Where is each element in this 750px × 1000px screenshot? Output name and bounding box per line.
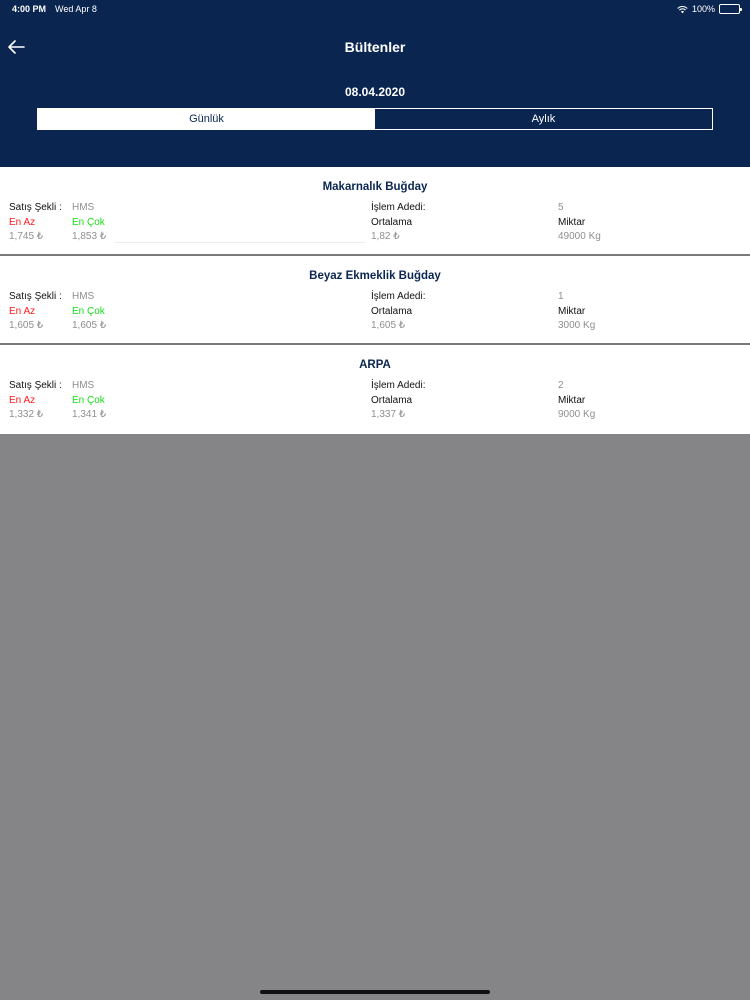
- product-title: Beyaz Ekmeklik Buğday: [309, 270, 441, 282]
- bulletin-list: Makarnalık Buğday Satış Şekli : HMS İşle…: [0, 167, 750, 434]
- product-title: ARPA: [359, 359, 391, 371]
- min-label: En Az: [9, 395, 36, 406]
- trade-count-label: İşlem Adedi:: [371, 380, 426, 391]
- amount-label: Miktar: [558, 306, 586, 317]
- bulletin-date: 08.04.2020: [344, 85, 406, 99]
- product-title: Makarnalık Buğday: [322, 181, 428, 193]
- sale-type-value: HMS: [72, 380, 95, 391]
- average-label: Ortalama: [371, 395, 413, 406]
- sale-type-label: Satış Şekli :: [9, 291, 62, 302]
- sale-type-label: Satış Şekli :: [9, 380, 62, 391]
- amount-label: Miktar: [558, 395, 586, 406]
- amount-value: 49000 Kg: [558, 231, 601, 242]
- average-value: 1,337 ₺: [371, 409, 406, 420]
- min-label: En Az: [9, 217, 36, 228]
- trade-count-value: 5: [558, 202, 564, 213]
- trade-count-value: 1: [558, 291, 564, 302]
- max-value: 1,341 ₺: [72, 409, 107, 420]
- status-date: Wed Apr 8: [55, 4, 97, 14]
- trade-count-label: İşlem Adedi:: [371, 291, 426, 302]
- max-label: En Çok: [72, 217, 105, 228]
- trade-count-label: İşlem Adedi:: [371, 202, 426, 213]
- min-label: En Az: [9, 306, 36, 317]
- period-segmented-control: Günlük Aylık: [37, 108, 713, 130]
- min-value: 1,332 ₺: [9, 409, 44, 420]
- average-label: Ortalama: [371, 217, 413, 228]
- average-label: Ortalama: [371, 306, 413, 317]
- app-header: 4:00 PM Wed Apr 8 100% Bültenler 08.04.2…: [0, 0, 750, 167]
- list-item[interactable]: ARPA Satış Şekli : HMS İşlem Adedi: 2 En…: [0, 345, 750, 434]
- min-value: 1,605 ₺: [9, 320, 44, 331]
- amount-label: Miktar: [558, 217, 586, 228]
- min-value: 1,745 ₺: [9, 231, 44, 242]
- sale-type-value: HMS: [72, 202, 95, 213]
- tab-daily[interactable]: Günlük: [38, 109, 375, 129]
- max-label: En Çok: [72, 395, 105, 406]
- divider: [115, 242, 365, 243]
- battery-icon: [719, 4, 742, 14]
- sale-type-label: Satış Şekli :: [9, 202, 62, 213]
- max-value: 1,605 ₺: [72, 320, 107, 331]
- list-item[interactable]: Beyaz Ekmeklik Buğday Satış Şekli : HMS …: [0, 256, 750, 345]
- status-right: 100%: [677, 4, 742, 14]
- status-time: 4:00 PM: [12, 4, 47, 14]
- amount-value: 9000 Kg: [558, 409, 596, 420]
- average-value: 1,82 ₺: [371, 231, 400, 242]
- list-item[interactable]: Makarnalık Buğday Satış Şekli : HMS İşle…: [0, 167, 750, 256]
- battery-percent: 100%: [691, 4, 715, 14]
- max-value: 1,853 ₺: [72, 231, 107, 242]
- wifi-icon: [677, 5, 688, 13]
- max-label: En Çok: [72, 306, 105, 317]
- average-value: 1,605 ₺: [371, 320, 406, 331]
- home-indicator[interactable]: [260, 990, 490, 994]
- tab-monthly[interactable]: Aylık: [375, 109, 712, 129]
- sale-type-value: HMS: [72, 291, 95, 302]
- status-bar: 4:00 PM Wed Apr 8 100%: [0, 0, 750, 18]
- amount-value: 3000 Kg: [558, 320, 596, 331]
- page-title: Bültenler: [344, 39, 406, 55]
- trade-count-value: 2: [558, 380, 564, 391]
